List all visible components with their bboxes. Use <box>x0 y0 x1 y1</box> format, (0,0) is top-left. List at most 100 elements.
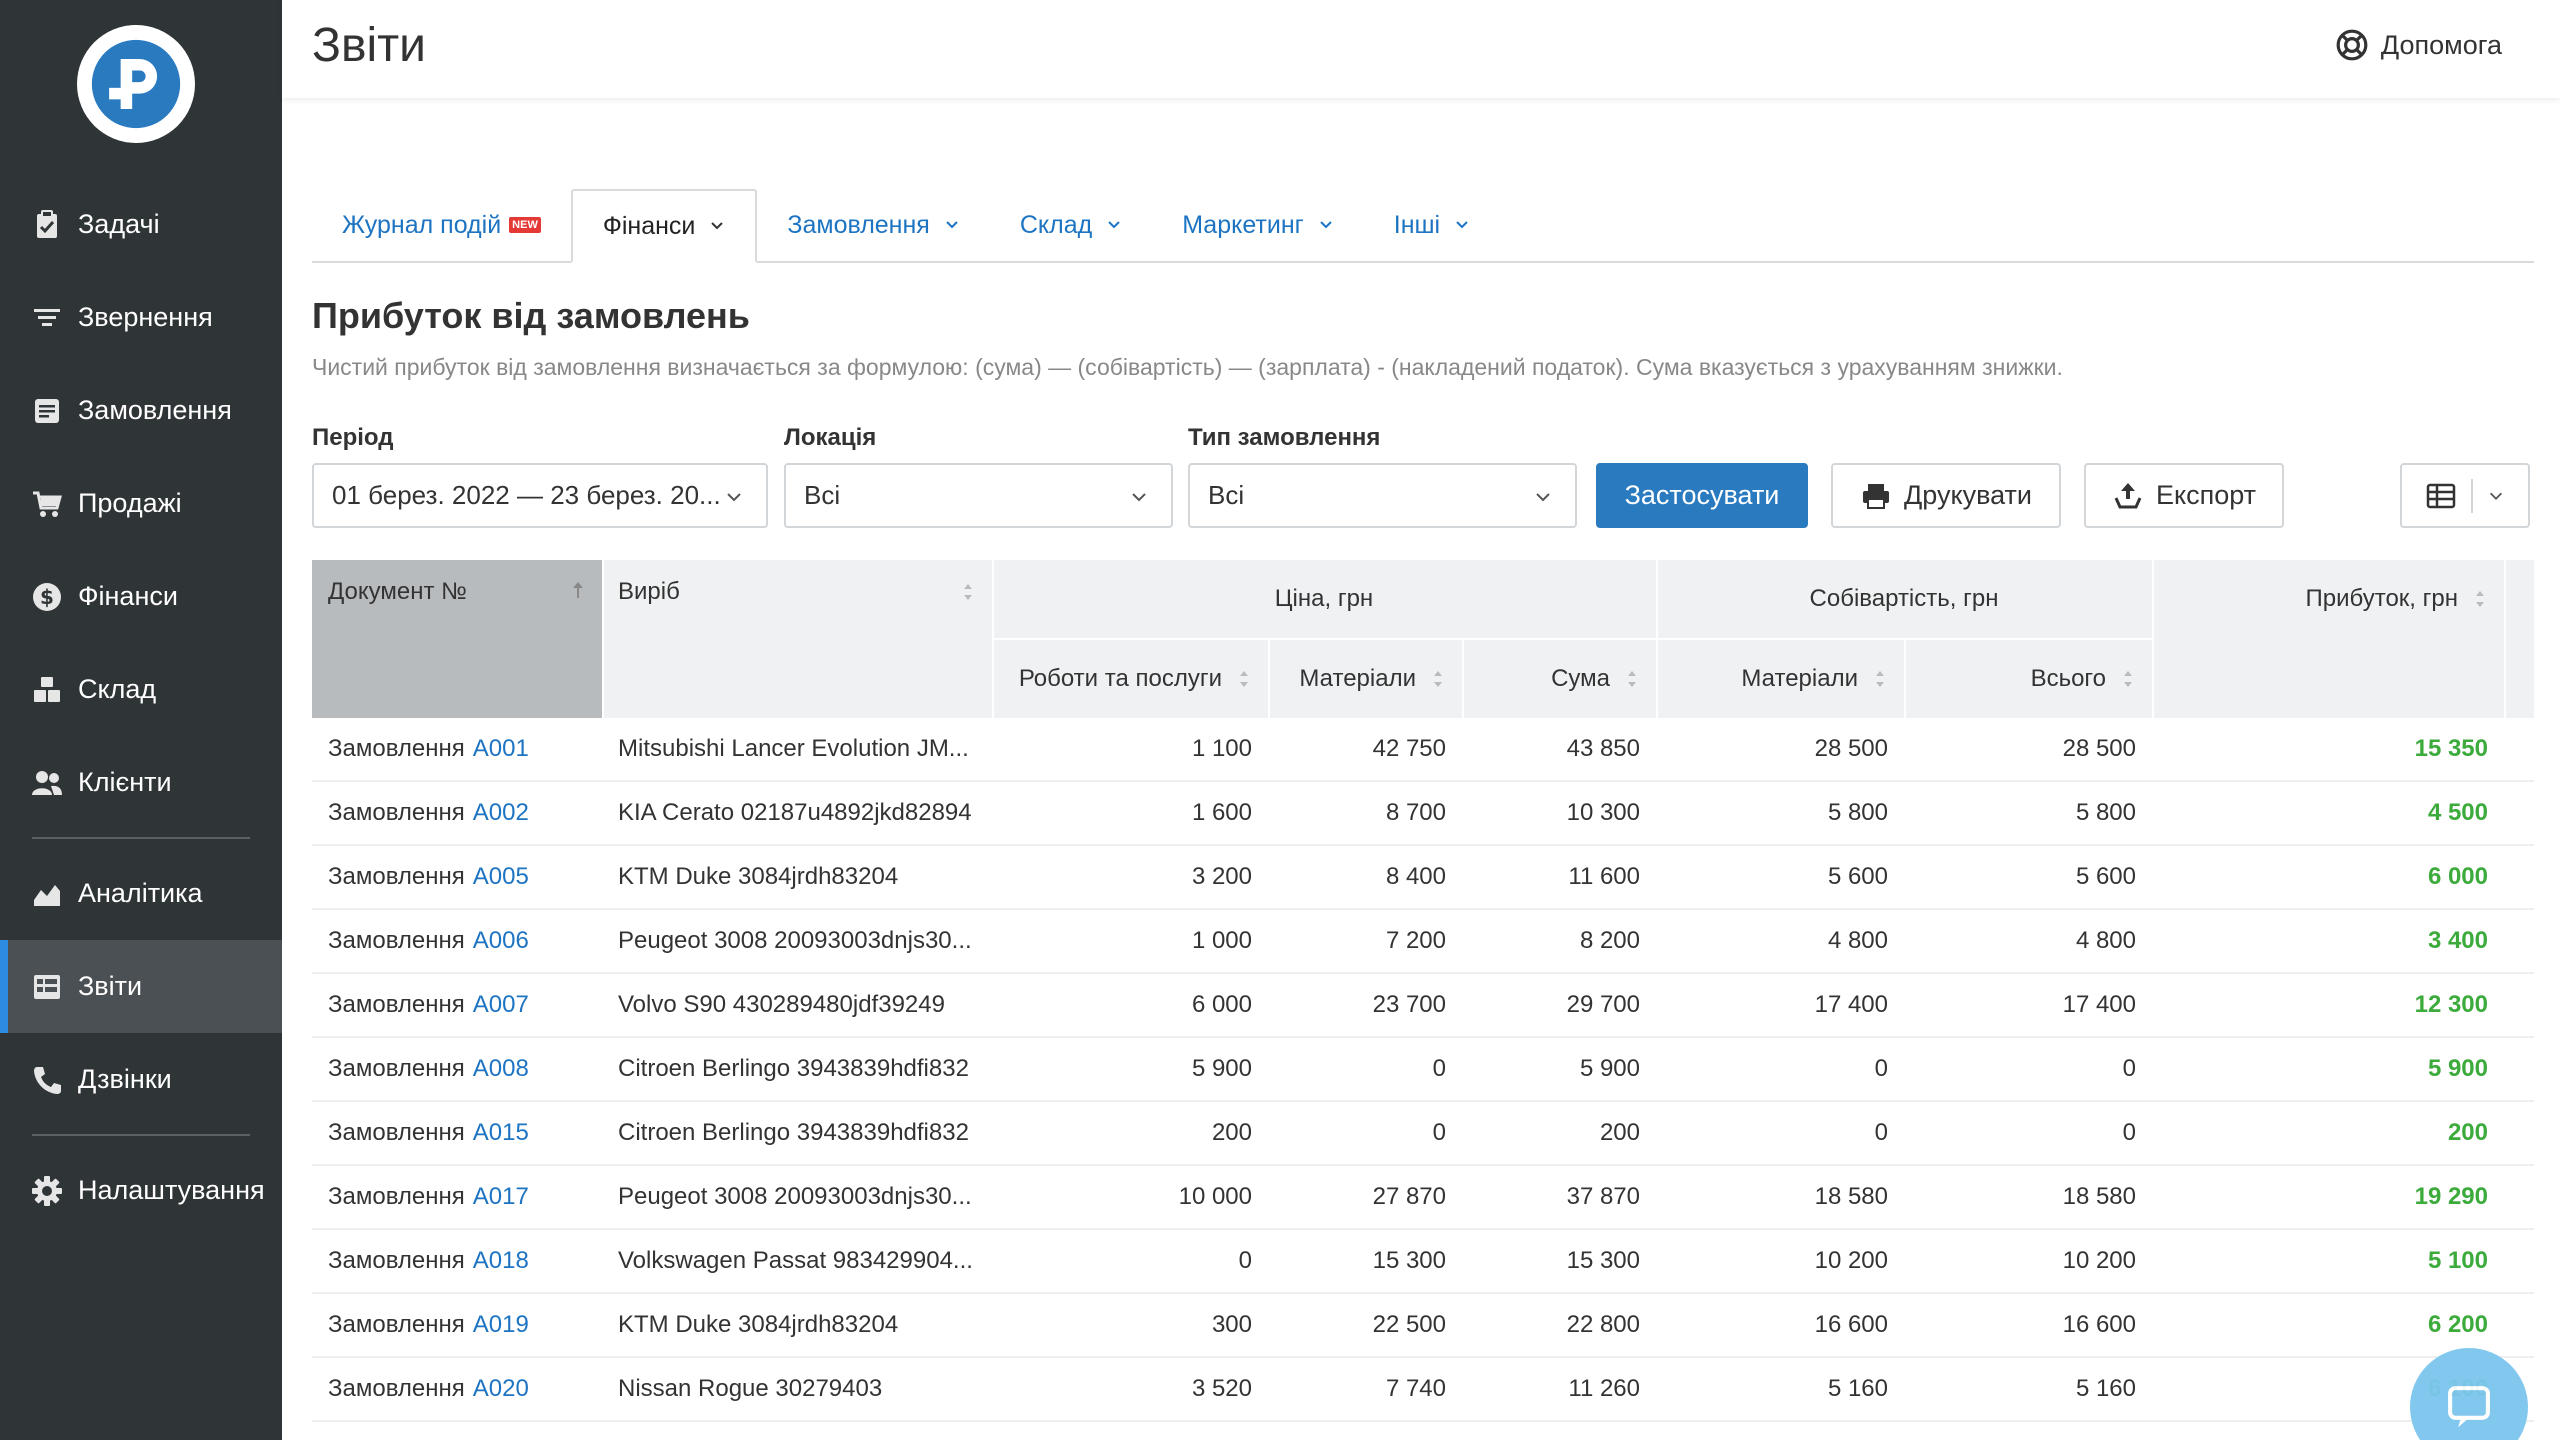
tab-2[interactable]: Замовлення <box>757 189 989 261</box>
sidebar-item-clipboard-check[interactable]: Задачі <box>0 178 282 271</box>
export-label: Експорт <box>2155 480 2257 510</box>
cell-materials: 8 700 <box>1385 799 1446 826</box>
table-row[interactable]: Замовлення A018 Volkswagen Passat 98342990… <box>312 1230 2534 1294</box>
cell-document: Замовлення A002 <box>328 782 598 844</box>
table-row[interactable]: Замовлення A005 KTM Duke 3084jrdh83204 3 20… <box>312 846 2534 910</box>
columns-toggle-button[interactable] <box>2400 463 2530 528</box>
sidebar-item-label: Аналітика <box>78 878 203 908</box>
col-document[interactable]: Документ № <box>312 560 602 718</box>
table-row[interactable]: Замовлення A006 Peugeot 3008 20093003dnjs3… <box>312 910 2534 974</box>
table-row[interactable]: Замовлення A002 KIA Cerato 02187u4892jkd82… <box>312 782 2534 846</box>
table-row[interactable]: Замовлення A020 Nissan Rogue 30279403 3 520… <box>312 1358 2534 1422</box>
tab-5[interactable]: Інші <box>1364 189 1500 261</box>
table-body: Замовлення A001 Mitsubishi Lancer Evolutio… <box>312 718 2534 1422</box>
sidebar-item-boxes[interactable]: Склад <box>0 643 282 736</box>
lifebuoy-icon <box>2336 29 2368 61</box>
help-link[interactable]: Допомога <box>2335 28 2502 62</box>
cell-document: Замовлення A008 <box>328 1038 598 1100</box>
cell-cost-materials: 5 800 <box>1827 799 1888 826</box>
table-row[interactable]: Замовлення A007 Volvo S90 430289480jdf3924… <box>312 974 2534 1038</box>
col-cost-total-label: Всього <box>2030 665 2106 692</box>
users-icon <box>30 766 64 800</box>
sidebar-item-dollar[interactable]: $ Фінанси <box>0 550 282 643</box>
cell-materials: 22 500 <box>1372 1311 1446 1338</box>
col-cost-materials-label: Матеріали <box>1741 665 1858 692</box>
svg-text:$: $ <box>40 585 54 609</box>
cell-cost-materials: 17 400 <box>1814 991 1888 1018</box>
help-label: Допомога <box>2380 29 2502 60</box>
order-link[interactable]: A017 <box>473 1183 529 1211</box>
document-prefix: Замовлення <box>328 1375 465 1402</box>
cell-product: KIA Cerato 02187u4892jkd82894 <box>618 799 972 826</box>
order-type-label: Тип замовлення <box>1188 424 1381 451</box>
cell-materials: 23 700 <box>1372 991 1446 1018</box>
order-link[interactable]: A001 <box>473 735 529 763</box>
sidebar-item-cart[interactable]: Продажі <box>0 457 282 550</box>
period-select[interactable]: 01 берез. 2022 — 23 берез. 20... <box>312 463 768 528</box>
divider <box>1904 640 1906 718</box>
print-label: Друкувати <box>1903 480 2033 510</box>
sidebar-item-order-list[interactable]: Замовлення <box>0 364 282 457</box>
cell-works: 300 <box>1211 1311 1252 1338</box>
col-cost-total[interactable]: Всього <box>1904 640 2152 718</box>
document-prefix: Замовлення <box>328 735 465 762</box>
sidebar-item-users[interactable]: Клієнти <box>0 736 282 829</box>
cell-cost-materials: 5 600 <box>1827 863 1888 890</box>
apply-button[interactable]: Застосувати <box>1596 463 1808 528</box>
app-logo[interactable] <box>77 25 195 143</box>
cell-cost-materials: 0 <box>1874 1055 1888 1082</box>
table-row[interactable]: Замовлення A015 Citroen Berlingo 3943839hd… <box>312 1102 2534 1166</box>
order-link[interactable]: A019 <box>473 1311 529 1339</box>
cell-works: 1 000 <box>1191 927 1252 954</box>
cell-materials: 7 200 <box>1385 927 1446 954</box>
order-link[interactable]: A015 <box>473 1119 529 1147</box>
cell-profit: 200 <box>2447 1119 2488 1146</box>
cell-profit: 5 900 <box>2427 1055 2488 1082</box>
order-link[interactable]: A002 <box>473 799 529 827</box>
order-link[interactable]: A020 <box>473 1375 529 1403</box>
col-profit[interactable]: Прибуток, грн <box>2152 560 2504 638</box>
cell-profit: 5 100 <box>2427 1247 2488 1274</box>
sidebar-item-report[interactable]: Звіти <box>0 940 282 1033</box>
tab-0[interactable]: Журнал подій NEW <box>312 189 571 261</box>
cell-sum: 29 700 <box>1566 991 1640 1018</box>
col-materials[interactable]: Матеріали <box>1268 640 1462 718</box>
print-button[interactable]: Друкувати <box>1831 463 2061 528</box>
order-type-select[interactable]: Всі <box>1188 463 1577 528</box>
order-link[interactable]: A007 <box>473 991 529 1019</box>
order-link[interactable]: A006 <box>473 927 529 955</box>
order-link[interactable]: A005 <box>473 863 529 891</box>
sidebar-item-area-chart[interactable]: Аналітика <box>0 847 282 940</box>
tab-3[interactable]: Склад <box>990 189 1152 261</box>
col-product[interactable]: Виріб <box>602 560 992 718</box>
sidebar-item-filter[interactable]: Звернення <box>0 271 282 364</box>
cell-cost-total: 17 400 <box>2062 991 2136 1018</box>
cell-profit: 12 300 <box>2414 991 2488 1018</box>
cell-cost-total: 0 <box>2122 1119 2136 1146</box>
export-button[interactable]: Експорт <box>2084 463 2284 528</box>
tab-4[interactable]: Маркетинг <box>1152 189 1364 261</box>
order-link[interactable]: A018 <box>473 1247 529 1275</box>
cell-profit: 4 500 <box>2427 799 2488 826</box>
sidebar-item-phone[interactable]: Дзвінки <box>0 1033 282 1126</box>
table-row[interactable]: Замовлення A019 KTM Duke 3084jrdh83204 300 2… <box>312 1294 2534 1358</box>
col-cost-materials[interactable]: Матеріали <box>1656 640 1904 718</box>
location-value: Всі <box>804 480 841 510</box>
table-row[interactable]: Замовлення A001 Mitsubishi Lancer Evolutio… <box>312 718 2534 782</box>
table-row[interactable]: Замовлення A008 Citroen Berlingo 3943839hd… <box>312 1038 2534 1102</box>
cell-sum: 37 870 <box>1566 1183 1640 1210</box>
col-works[interactable]: Роботи та послуги <box>992 640 1268 718</box>
location-select[interactable]: Всі <box>784 463 1173 528</box>
sidebar-item-gear[interactable]: Налаштування <box>0 1144 282 1237</box>
tab-label: Склад <box>1019 210 1093 239</box>
order-link[interactable]: A008 <box>473 1055 529 1083</box>
col-sum[interactable]: Сума <box>1462 640 1656 718</box>
tab-1[interactable]: Фінанси <box>570 189 758 263</box>
cell-cost-materials: 4 800 <box>1827 927 1888 954</box>
tab-label: Фінанси <box>602 211 696 240</box>
tab-label: Маркетинг <box>1182 210 1304 239</box>
col-sum-label: Сума <box>1551 665 1610 692</box>
chevron-down-icon <box>1108 221 1120 229</box>
sidebar-item-label: Налаштування <box>78 1175 265 1205</box>
table-row[interactable]: Замовлення A017 Peugeot 3008 20093003dnjs3… <box>312 1166 2534 1230</box>
